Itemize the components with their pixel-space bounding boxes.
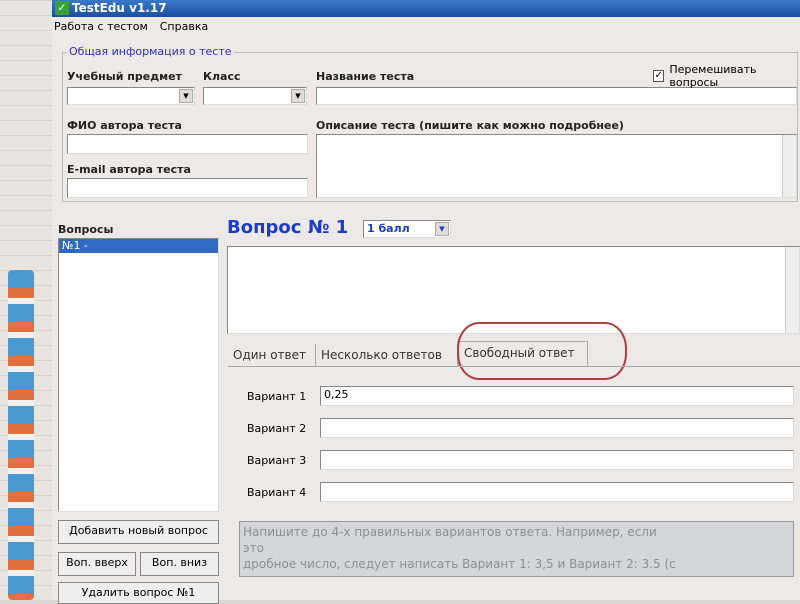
group-legend: Общая информация о тесте bbox=[67, 45, 234, 58]
hint-line: дробное число, следует написать Вариант … bbox=[243, 557, 676, 571]
shuffle-label: Перемешивать вопросы bbox=[669, 63, 757, 89]
questions-list[interactable]: №1 - bbox=[58, 238, 219, 512]
delete-question-button[interactable]: Удалить вопрос №1 bbox=[58, 582, 219, 604]
variant-2-label: Вариант 2 bbox=[247, 422, 307, 435]
class-label: Класс bbox=[203, 70, 241, 83]
points-select[interactable]: 1 балл ▼ bbox=[363, 220, 451, 238]
tab-multiple-answers[interactable]: Несколько ответов bbox=[316, 344, 458, 366]
chevron-down-icon: ▼ bbox=[179, 89, 193, 103]
window-title: TestEdu v1.17 bbox=[72, 1, 167, 15]
hint-line: Напишите до 4-х правильных вариантов отв… bbox=[243, 525, 657, 539]
subject-label: Учебный предмет bbox=[67, 70, 182, 83]
scrollbar[interactable] bbox=[785, 247, 799, 333]
scrollbar[interactable] bbox=[782, 135, 796, 197]
variant-1-input[interactable]: 0,25 bbox=[320, 386, 794, 406]
shuffle-checkbox[interactable]: ✓ Перемешивать вопросы bbox=[653, 63, 800, 89]
question-list-item[interactable]: №1 - bbox=[59, 239, 218, 253]
variant-4-input[interactable] bbox=[320, 482, 794, 502]
question-title: Вопрос № 1 bbox=[227, 217, 349, 238]
menu-help[interactable]: Справка bbox=[160, 20, 208, 33]
chevron-down-icon: ▼ bbox=[435, 222, 449, 236]
pencil-decoration bbox=[8, 270, 34, 600]
add-question-button[interactable]: Добавить новый вопрос bbox=[58, 520, 219, 544]
app-window: ✓ TestEdu v1.17 Работа с тестом Справка Об… bbox=[52, 0, 800, 604]
title-bar: ✓ TestEdu v1.17 bbox=[52, 0, 800, 17]
checkmark-icon: ✓ bbox=[653, 70, 665, 82]
test-name-label: Название теста bbox=[316, 70, 415, 83]
chevron-down-icon: ▼ bbox=[291, 89, 305, 103]
menu-bar: Работа с тестом Справка bbox=[52, 17, 800, 37]
app-check-icon: ✓ bbox=[55, 1, 69, 15]
variant-4-label: Вариант 4 bbox=[247, 486, 307, 499]
questions-label: Вопросы bbox=[58, 223, 114, 236]
variant-1-label: Вариант 1 bbox=[247, 390, 307, 403]
move-down-button[interactable]: Воп. вниз bbox=[140, 552, 219, 576]
hint-box: Напишите до 4-х правильных вариантов отв… bbox=[239, 521, 794, 577]
description-textarea[interactable] bbox=[316, 134, 797, 198]
hint-line: это bbox=[243, 541, 264, 555]
author-input[interactable] bbox=[67, 134, 308, 154]
email-input[interactable] bbox=[67, 178, 308, 198]
test-name-input[interactable] bbox=[316, 87, 797, 105]
subject-select[interactable]: ▼ bbox=[67, 87, 195, 105]
variant-3-input[interactable] bbox=[320, 450, 794, 470]
variant-2-input[interactable] bbox=[320, 418, 794, 438]
description-label: Описание теста (пишите как можно подробн… bbox=[316, 119, 624, 132]
question-text-input[interactable] bbox=[227, 246, 800, 334]
points-value: 1 балл bbox=[367, 222, 410, 235]
email-label: E-mail автора теста bbox=[67, 163, 191, 176]
menu-test[interactable]: Работа с тестом bbox=[54, 20, 148, 33]
author-label: ФИО автора теста bbox=[67, 119, 182, 132]
tab-single-answer[interactable]: Один ответ bbox=[228, 344, 316, 366]
class-select[interactable]: ▼ bbox=[203, 87, 307, 105]
variant-3-label: Вариант 3 bbox=[247, 454, 307, 467]
move-up-button[interactable]: Воп. вверх bbox=[58, 552, 136, 576]
